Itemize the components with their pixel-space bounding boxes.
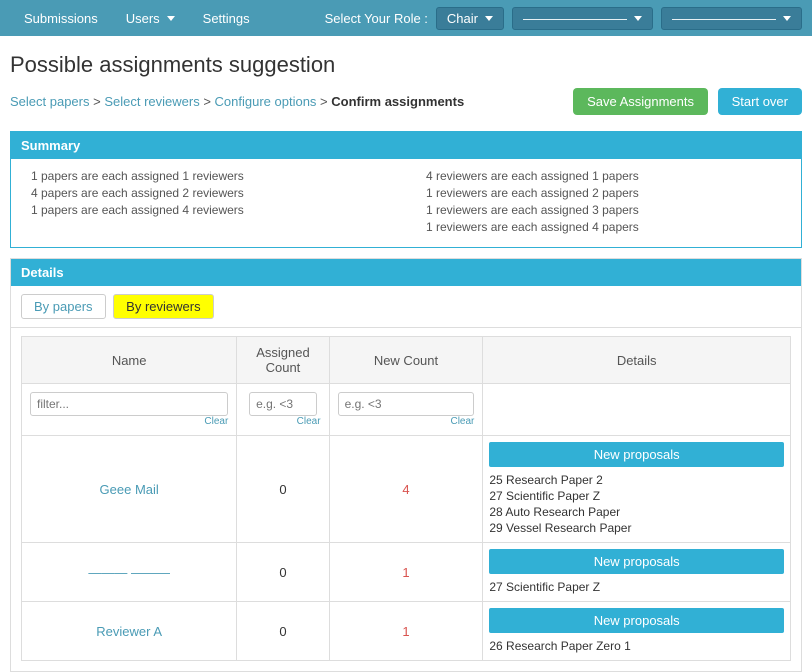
- clear-name-link[interactable]: Clear: [30, 416, 228, 427]
- role-dropdown[interactable]: Chair: [436, 7, 504, 30]
- summary-left-item-2: 1 papers are each assigned 4 reviewers: [31, 203, 386, 217]
- table-row: ——— ———01New proposals 27 Scientific Pape…: [22, 543, 791, 602]
- table-row: Geee Mail04New proposals 25 Research Pape…: [22, 436, 791, 543]
- role-chevron-icon: [485, 16, 493, 21]
- details-section: Details By papers By reviewers Name Assi…: [10, 258, 802, 672]
- page-header: Possible assignments suggestion Select p…: [0, 36, 812, 131]
- reviewer-details-cell: New proposals 25 Research Paper 227 Scien…: [483, 436, 791, 543]
- summary-right-item-3: 1 reviewers are each assigned 4 papers: [426, 220, 781, 234]
- table-row: Reviewer A01New proposals 26 Research Pap…: [22, 602, 791, 661]
- breadcrumb-row: Select papers > Select reviewers > Confi…: [10, 88, 802, 115]
- reviewer-details-cell: New proposals 26 Research Paper Zero 1: [483, 602, 791, 661]
- nav-settings[interactable]: Settings: [189, 0, 264, 36]
- reviewers-table: Name Assigned Count New Count Details Cl…: [21, 336, 791, 661]
- col-name: Name: [22, 337, 237, 384]
- role-label: Select Your Role :: [325, 11, 428, 26]
- start-over-button[interactable]: Start over: [718, 88, 802, 115]
- filter-new-input[interactable]: [338, 392, 475, 416]
- proposal-item: 27 Scientific Paper Z: [489, 579, 784, 595]
- proposal-item: 27 Scientific Paper Z: [489, 488, 784, 504]
- dropdown-2[interactable]: ————————: [661, 7, 802, 30]
- reviewer-assigned-cell: 0: [237, 602, 329, 661]
- filter-name-input[interactable]: [30, 392, 228, 416]
- table-header-row: Name Assigned Count New Count Details: [22, 337, 791, 384]
- summary-right: 4 reviewers are each assigned 1 papers 1…: [426, 169, 781, 237]
- filter-new-cell: Clear: [329, 384, 483, 436]
- reviewer-name-cell: Geee Mail: [22, 436, 237, 543]
- col-new: New Count: [329, 337, 483, 384]
- page-title: Possible assignments suggestion: [10, 52, 802, 78]
- tabs-row: By papers By reviewers: [11, 286, 801, 328]
- reviewer-new-count-cell: 4: [329, 436, 483, 543]
- dropdown-2-value: ————————: [672, 11, 776, 26]
- reviewer-assigned-cell: 0: [237, 436, 329, 543]
- summary-right-item-0: 4 reviewers are each assigned 1 papers: [426, 169, 781, 183]
- clear-assigned-link[interactable]: Clear: [245, 416, 320, 427]
- breadcrumb-configure-options[interactable]: Configure options: [215, 94, 317, 109]
- new-proposals-bar: New proposals: [489, 608, 784, 633]
- summary-left-item-1: 4 papers are each assigned 2 reviewers: [31, 186, 386, 200]
- summary-section: Summary 1 papers are each assigned 1 rev…: [10, 131, 802, 248]
- dropdown-1-chevron-icon: [634, 16, 642, 21]
- reviewer-new-count-cell: 1: [329, 602, 483, 661]
- dropdown-1[interactable]: ————————: [512, 7, 653, 30]
- users-chevron-icon: [167, 16, 175, 21]
- proposal-item: 26 Research Paper Zero 1: [489, 638, 784, 654]
- reviewer-name-cell: ——— ———: [22, 543, 237, 602]
- breadcrumb-confirm: Confirm assignments: [331, 94, 464, 109]
- summary-right-item-1: 1 reviewers are each assigned 2 papers: [426, 186, 781, 200]
- dropdown-2-chevron-icon: [783, 16, 791, 21]
- new-proposals-bar: New proposals: [489, 442, 784, 467]
- proposal-item: 29 Vessel Research Paper: [489, 520, 784, 536]
- top-navigation: Submissions Users Settings Select Your R…: [0, 0, 812, 36]
- proposal-item: 28 Auto Research Paper: [489, 504, 784, 520]
- reviewer-assigned-cell: 0: [237, 543, 329, 602]
- details-header: Details: [11, 259, 801, 286]
- summary-left: 1 papers are each assigned 1 reviewers 4…: [31, 169, 386, 237]
- filter-details-cell: [483, 384, 791, 436]
- col-details: Details: [483, 337, 791, 384]
- save-assignments-button[interactable]: Save Assignments: [573, 88, 708, 115]
- breadcrumb-select-papers[interactable]: Select papers: [10, 94, 90, 109]
- tab-by-papers[interactable]: By papers: [21, 294, 106, 319]
- summary-right-item-2: 1 reviewers are each assigned 3 papers: [426, 203, 781, 217]
- col-assigned: Assigned Count: [237, 337, 329, 384]
- breadcrumb: Select papers > Select reviewers > Confi…: [10, 94, 464, 109]
- filter-assigned-cell: Clear: [237, 384, 329, 436]
- table-wrapper: Name Assigned Count New Count Details Cl…: [11, 336, 801, 671]
- reviewer-new-count-cell: 1: [329, 543, 483, 602]
- nav-submissions[interactable]: Submissions: [10, 0, 112, 36]
- nav-links: Submissions Users Settings: [10, 0, 264, 36]
- header-buttons: Save Assignments Start over: [573, 88, 802, 115]
- filter-name-cell: Clear: [22, 384, 237, 436]
- tab-by-reviewers[interactable]: By reviewers: [113, 294, 213, 319]
- breadcrumb-select-reviewers[interactable]: Select reviewers: [104, 94, 199, 109]
- clear-new-link[interactable]: Clear: [338, 416, 475, 427]
- nav-users[interactable]: Users: [112, 0, 189, 36]
- new-proposals-bar: New proposals: [489, 549, 784, 574]
- summary-left-item-0: 1 papers are each assigned 1 reviewers: [31, 169, 386, 183]
- nav-right: Select Your Role : Chair ———————— ——————…: [325, 7, 802, 30]
- filter-assigned-input[interactable]: [249, 392, 317, 416]
- reviewer-details-cell: New proposals 27 Scientific Paper Z: [483, 543, 791, 602]
- reviewer-name-cell: Reviewer A: [22, 602, 237, 661]
- summary-header: Summary: [11, 132, 801, 159]
- dropdown-1-value: ————————: [523, 11, 627, 26]
- table-filter-row: Clear Clear Clear: [22, 384, 791, 436]
- role-value: Chair: [447, 11, 478, 26]
- proposal-item: 25 Research Paper 2: [489, 472, 784, 488]
- summary-content: 1 papers are each assigned 1 reviewers 4…: [11, 159, 801, 247]
